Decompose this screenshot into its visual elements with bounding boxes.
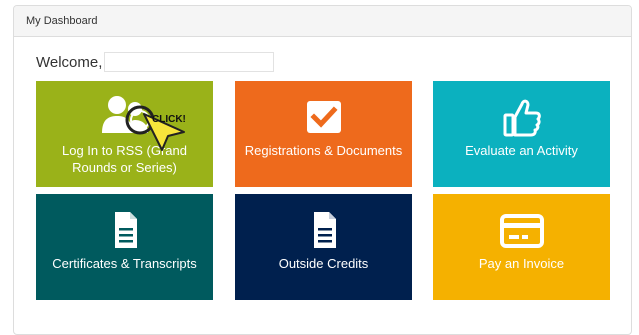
tile-label: Certificates & Transcripts (52, 256, 197, 271)
tile-label: Registrations & Documents (244, 143, 403, 158)
document-icon (235, 208, 412, 252)
tile-label: Log In to RSS (Grand Rounds or Series) (61, 143, 187, 175)
welcome-label: Welcome, (36, 53, 103, 71)
thumbs-up-icon (433, 95, 610, 139)
registrations-documents-tile[interactable]: Registrations & Documents (235, 81, 412, 187)
welcome-name-field (104, 52, 275, 72)
checkbox-icon (235, 95, 412, 139)
credit-card-icon (433, 208, 610, 252)
welcome-row: Welcome, (36, 52, 275, 72)
outside-credits-tile[interactable]: Outside Credits (235, 194, 412, 300)
tile-label: Evaluate an Activity (465, 143, 578, 158)
users-icon (36, 95, 213, 139)
certificates-transcripts-tile[interactable]: Certificates & Transcripts (36, 194, 213, 300)
panel-title: My Dashboard (14, 6, 631, 37)
tile-label: Outside Credits (278, 256, 369, 271)
evaluate-activity-tile[interactable]: Evaluate an Activity (433, 81, 610, 187)
rss-login-tile[interactable]: Log In to RSS (Grand Rounds or Series) (36, 81, 213, 187)
tile-label: Pay an Invoice (478, 256, 565, 271)
document-icon (36, 208, 213, 252)
pay-invoice-tile[interactable]: Pay an Invoice (433, 194, 610, 300)
